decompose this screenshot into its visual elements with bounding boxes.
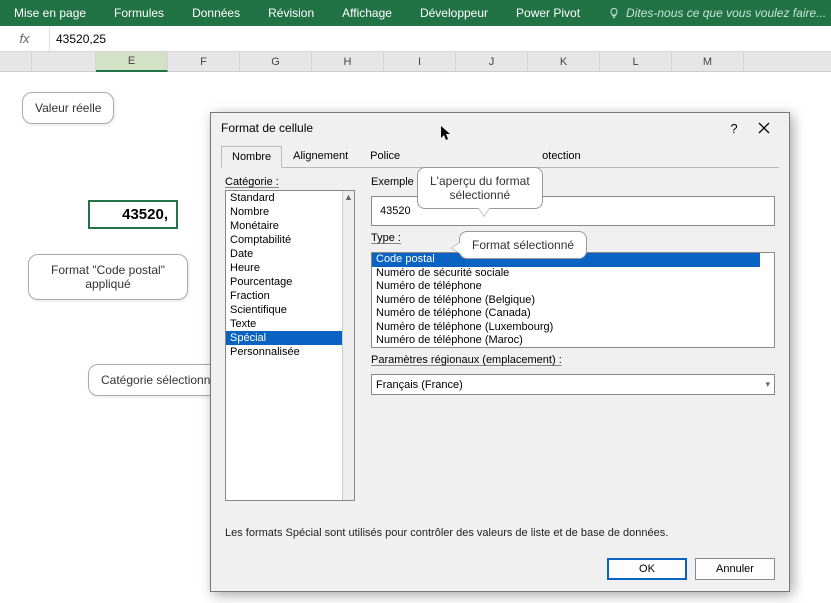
dialog-tabs: Nombre Alignement Police otection	[221, 145, 779, 168]
category-pourcentage[interactable]: Pourcentage	[226, 275, 342, 289]
formula-value[interactable]: 43520,25	[50, 32, 106, 46]
ribbon-tab-donnees[interactable]: Données	[192, 6, 240, 20]
category-texte[interactable]: Texte	[226, 317, 342, 331]
category-listbox[interactable]: Standard Nombre Monétaire Comptabilité D…	[225, 190, 355, 501]
tell-me[interactable]: Dites-nous ce que vous voulez faire...	[608, 6, 826, 20]
ribbon-tab-mise-en-page[interactable]: Mise en page	[14, 6, 86, 20]
cancel-button[interactable]: Annuler	[695, 558, 775, 580]
ribbon-tab-powerpivot[interactable]: Power Pivot	[516, 6, 580, 20]
type-tel-ma[interactable]: Numéro de téléphone (Maroc)	[372, 334, 760, 348]
scroll-up-icon[interactable]: ▲	[343, 191, 354, 203]
tab-police[interactable]: Police	[359, 145, 411, 167]
category-scrollbar[interactable]: ▲	[342, 191, 354, 500]
type-listbox[interactable]: Code postal Numéro de sécurité sociale N…	[371, 252, 775, 348]
chevron-down-icon: ▾	[765, 379, 770, 390]
help-button[interactable]: ?	[719, 116, 749, 140]
row-col-corner[interactable]	[0, 52, 32, 71]
col-header-e[interactable]: E	[96, 52, 168, 72]
tab-protection[interactable]: otection	[531, 145, 592, 167]
category-personnalisee[interactable]: Personnalisée	[226, 345, 342, 359]
callout-real-value: Valeur réelle	[22, 92, 114, 124]
locale-label: Paramètres régionaux (emplacement) :	[371, 354, 775, 366]
ribbon-tab-developpeur[interactable]: Développeur	[420, 6, 488, 20]
tab-hidden2[interactable]	[471, 145, 531, 167]
tab-nombre[interactable]: Nombre	[221, 146, 282, 168]
type-tel-lu[interactable]: Numéro de téléphone (Luxembourg)	[372, 321, 760, 335]
locale-value: Français (France)	[376, 379, 463, 391]
category-date[interactable]: Date	[226, 247, 342, 261]
category-special[interactable]: Spécial	[226, 331, 342, 345]
sample-value: 43520	[380, 205, 411, 217]
category-scientifique[interactable]: Scientifique	[226, 303, 342, 317]
type-secu[interactable]: Numéro de sécurité sociale	[372, 267, 760, 281]
callout-preview: L'aperçu du format sélectionné	[417, 167, 543, 209]
fx-button[interactable]: fx	[0, 26, 50, 51]
tell-me-text: Dites-nous ce que vous voulez faire...	[626, 6, 826, 20]
category-comptabilite[interactable]: Comptabilité	[226, 233, 342, 247]
tab-hidden1[interactable]	[411, 145, 471, 167]
ribbon-tab-affichage[interactable]: Affichage	[342, 6, 392, 20]
close-icon	[758, 122, 770, 134]
lightbulb-icon	[608, 7, 620, 19]
type-tel-ca[interactable]: Numéro de téléphone (Canada)	[372, 307, 760, 321]
category-label: Catégorie :	[225, 176, 355, 188]
category-nombre[interactable]: Nombre	[226, 205, 342, 219]
close-button[interactable]	[749, 116, 779, 140]
sheet-canvas: Valeur réelle 43520, Format "Code postal…	[0, 72, 831, 602]
category-standard[interactable]: Standard	[226, 191, 342, 205]
category-fraction[interactable]: Fraction	[226, 289, 342, 303]
type-scrollbar[interactable]: ▲	[372, 348, 760, 349]
ok-button[interactable]: OK	[607, 558, 687, 580]
type-tel[interactable]: Numéro de téléphone	[372, 280, 760, 294]
locale-combo[interactable]: Français (France) ▾	[371, 374, 775, 395]
type-tel-be[interactable]: Numéro de téléphone (Belgique)	[372, 294, 760, 308]
dialog-title-bar[interactable]: Format de cellule ?	[211, 113, 789, 143]
col-header-l[interactable]: L	[600, 52, 672, 71]
col-header-j[interactable]: J	[456, 52, 528, 71]
format-cells-dialog: Format de cellule ? Nombre Alignement Po…	[210, 112, 790, 592]
category-heure[interactable]: Heure	[226, 261, 342, 275]
dialog-buttons: OK Annuler	[211, 547, 789, 591]
ribbon-tabs: Mise en page Formules Données Révision A…	[0, 0, 831, 26]
col-header-h[interactable]: H	[312, 52, 384, 71]
dialog-title: Format de cellule	[221, 121, 313, 135]
scroll-up-icon[interactable]: ▲	[372, 348, 760, 349]
col-header-f[interactable]: F	[168, 52, 240, 71]
tab-alignement[interactable]: Alignement	[282, 145, 359, 167]
callout-format-applied: Format "Code postal" appliqué	[28, 254, 188, 300]
col-header-k[interactable]: K	[528, 52, 600, 71]
col-header-g[interactable]: G	[240, 52, 312, 71]
selected-cell[interactable]: 43520,	[88, 200, 178, 229]
callout-format-selected: Format sélectionné	[459, 231, 587, 259]
formula-bar: fx 43520,25	[0, 26, 831, 52]
col-header-m[interactable]: M	[672, 52, 744, 71]
ribbon-tab-formules[interactable]: Formules	[114, 6, 164, 20]
column-headers: E F G H I J K L M	[0, 52, 831, 72]
format-description: Les formats Spécial sont utilisés pour c…	[225, 527, 775, 539]
ribbon-tab-revision[interactable]: Révision	[268, 6, 314, 20]
col-header-i[interactable]: I	[384, 52, 456, 71]
category-monetaire[interactable]: Monétaire	[226, 219, 342, 233]
